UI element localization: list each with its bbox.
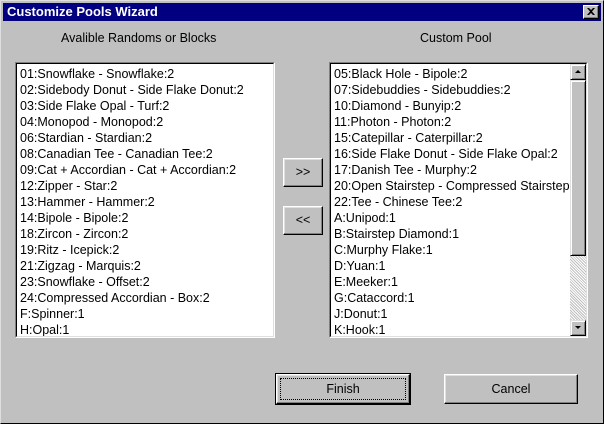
list-item[interactable]: H:Opal:1 [19,322,273,336]
list-item[interactable]: 07:Sidebuddies - Sidebuddies:2 [333,82,570,98]
list-item[interactable]: 06:Stardian - Stardian:2 [19,130,273,146]
list-item[interactable]: K:Hook:1 [333,322,570,336]
list-item[interactable]: 14:Bipole - Bipole:2 [19,210,273,226]
custom-pool-items: 05:Black Hole - Bipole:2 07:Sidebuddies … [333,66,570,336]
list-item[interactable]: 20:Open Stairstep - Compressed Stairstep… [333,178,570,194]
list-item[interactable]: 09:Cat + Accordian - Cat + Accordian:2 [19,162,273,178]
custom-pool-heading: Custom Pool [420,31,492,45]
list-item[interactable]: 23:Snowflake - Offset:2 [19,274,273,290]
list-item[interactable]: 13:Hammer - Hammer:2 [19,194,273,210]
list-item[interactable]: 17:Danish Tee - Murphy:2 [333,162,570,178]
list-item[interactable]: 11:Photon - Photon:2 [333,114,570,130]
list-item[interactable]: 15:Catepillar - Caterpillar:2 [333,130,570,146]
window-title: Customize Pools Wizard [7,4,158,19]
cancel-button[interactable]: Cancel [444,374,578,404]
list-item[interactable]: 08:Canadian Tee - Canadian Tee:2 [19,146,273,162]
list-item[interactable]: 02:Sidebody Donut - Side Flake Donut:2 [19,82,273,98]
list-item[interactable]: C:Murphy Flake:1 [333,242,570,258]
scroll-up-button[interactable] [570,64,586,80]
arrow-down-icon [575,326,581,329]
custom-pool-scrollbar[interactable] [570,64,586,336]
list-item[interactable]: 12:Zipper - Star:2 [19,178,273,194]
custom-pool-listbox[interactable]: 05:Black Hole - Bipole:2 07:Sidebuddies … [329,62,588,338]
list-item[interactable]: A:Unipod:1 [333,210,570,226]
list-item[interactable]: 03:Side Flake Opal - Turf:2 [19,98,273,114]
scroll-down-button[interactable] [570,320,586,336]
list-item[interactable]: 16:Side Flake Donut - Side Flake Opal:2 [333,146,570,162]
close-icon [587,8,595,15]
available-items: 01:Snowflake - Snowflake:2 02:Sidebody D… [19,66,273,336]
list-item[interactable]: G:Cataccord:1 [333,290,570,306]
list-item[interactable]: B:Stairstep Diamond:1 [333,226,570,242]
available-listbox[interactable]: 01:Snowflake - Snowflake:2 02:Sidebody D… [15,62,275,338]
remove-from-pool-button[interactable]: << [283,206,323,235]
list-item[interactable]: 04:Monopod - Monopod:2 [19,114,273,130]
list-item[interactable]: 24:Compressed Accordian - Box:2 [19,290,273,306]
title-bar[interactable]: Customize Pools Wizard [3,3,601,21]
list-item[interactable]: J:Donut:1 [333,306,570,322]
finish-button[interactable]: Finish [275,373,411,405]
available-heading: Avalible Randoms or Blocks [61,31,217,45]
list-item[interactable]: D:Yuan:1 [333,258,570,274]
list-item[interactable]: 22:Tee - Chinese Tee:2 [333,194,570,210]
list-item[interactable]: E:Meeker:1 [333,274,570,290]
close-button[interactable] [583,5,599,19]
add-to-pool-button[interactable]: >> [283,158,323,187]
wizard-window: Customize Pools Wizard Avalible Randoms … [0,0,604,424]
list-item[interactable]: 10:Diamond - Bunyip:2 [333,98,570,114]
list-item[interactable]: 05:Black Hole - Bipole:2 [333,66,570,82]
scroll-thumb[interactable] [570,80,586,256]
list-item[interactable]: 01:Snowflake - Snowflake:2 [19,66,273,82]
list-item[interactable]: F:Spinner:1 [19,306,273,322]
list-item[interactable]: 18:Zircon - Zircon:2 [19,226,273,242]
arrow-up-icon [575,70,581,73]
list-item[interactable]: 19:Ritz - Icepick:2 [19,242,273,258]
list-item[interactable]: 21:Zigzag - Marquis:2 [19,258,273,274]
